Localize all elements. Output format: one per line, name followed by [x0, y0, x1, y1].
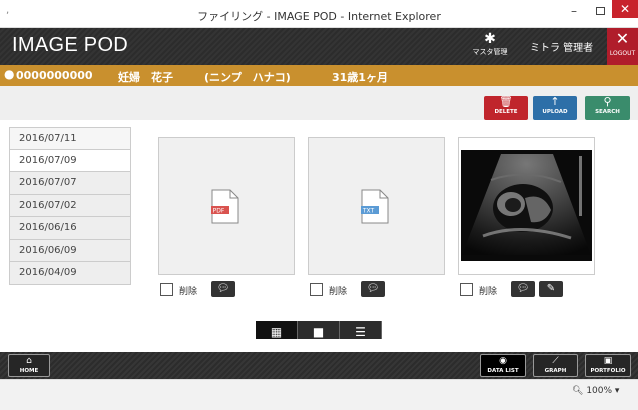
app-window: , ファイリング - IMAGE POD - Internet Explorer… — [0, 0, 638, 410]
upload-label: UPLOAD — [542, 109, 568, 115]
delete-checkbox[interactable] — [460, 283, 473, 296]
date-item[interactable]: 2016/06/16 — [9, 217, 131, 240]
comment-button[interactable]: 💬︎ — [211, 281, 235, 297]
comment-icon: 💬︎ — [516, 283, 530, 294]
edit-button[interactable]: ✎ — [539, 281, 563, 297]
upload-arrow-icon: ↑ — [550, 95, 560, 108]
date-item[interactable]: 2016/07/07 — [9, 172, 131, 195]
delete-button[interactable]: 🗑︎ DELETE — [484, 96, 528, 120]
list-view-icon: ☰ — [355, 325, 366, 339]
search-label: SEARCH — [595, 109, 620, 115]
date-item[interactable]: 2016/07/02 — [9, 194, 131, 217]
patient-bar: ● 0000000000 妊婦 花子 (ニンプ ハナコ) 31歳1ヶ月 — [0, 65, 638, 86]
file-thumbnail-image[interactable] — [458, 137, 595, 275]
date-item-selected[interactable]: 2016/07/09 — [9, 149, 131, 172]
graph-label: GRAPH — [544, 368, 567, 374]
txt-badge-text: TXT — [362, 208, 375, 215]
user-name: ミトラ 管理者 — [530, 43, 594, 54]
delete-checkbox[interactable] — [160, 283, 173, 296]
comment-button[interactable]: 💬︎ — [511, 281, 535, 297]
list-view-button[interactable]: ☰ — [340, 321, 382, 339]
master-settings-label: マスタ管理 — [472, 48, 508, 56]
zoom-level: 100% — [586, 386, 613, 396]
file-2-controls: 削除 💬︎ — [310, 281, 450, 299]
pdf-file-icon: PDF — [211, 189, 239, 224]
txt-file-icon: TXT — [361, 189, 389, 224]
footer-nav: ⌂ HOME ◉ DATA LIST ⟋ GRAPH ▣ PORTFOLIO — [0, 352, 638, 379]
minimize-button[interactable]: – — [562, 4, 586, 26]
home-icon: ⌂ — [26, 356, 32, 366]
search-button[interactable]: ⚲ SEARCH — [585, 96, 630, 120]
data-list-label: DATA LIST — [487, 368, 519, 374]
graph-button[interactable]: ⟋ GRAPH — [533, 354, 578, 377]
patient-name: 妊婦 花子 — [118, 71, 173, 84]
pdf-badge-text: PDF — [213, 208, 225, 215]
portfolio-label: PORTFOLIO — [590, 368, 626, 374]
upload-button[interactable]: ↑ UPLOAD — [533, 96, 577, 120]
delete-checkbox-label: 削除 — [329, 287, 348, 297]
data-list-button[interactable]: ◉ DATA LIST — [480, 354, 526, 377]
close-window-button[interactable]: ✕ — [612, 0, 638, 18]
search-icon: ⚲ — [603, 95, 612, 108]
single-view-icon: ■ — [312, 325, 325, 339]
close-icon: ✕ — [615, 29, 630, 48]
home-button[interactable]: ⌂ HOME — [8, 354, 50, 377]
comment-icon: 💬︎ — [366, 283, 380, 294]
ultrasound-image — [461, 150, 592, 261]
graph-icon: ⟋ — [552, 356, 559, 366]
app-title: IMAGE POD — [12, 34, 129, 56]
date-list: 2016/07/11 2016/07/09 2016/07/07 2016/07… — [9, 127, 131, 285]
portfolio-button[interactable]: ▣ PORTFOLIO — [585, 354, 631, 377]
window-title: ファイリング - IMAGE POD - Internet Explorer — [197, 10, 441, 23]
file-thumbnail-pdf[interactable]: PDF — [158, 137, 295, 275]
delete-label: DELETE — [494, 109, 518, 115]
master-settings-button[interactable]: ✱ マスタ管理 — [470, 31, 510, 57]
comment-button[interactable]: 💬︎ — [361, 281, 385, 297]
logout-button[interactable]: ✕ LOGOUT — [607, 28, 638, 65]
zoom-control[interactable]: 🔍︎ 100% ▾ — [572, 386, 619, 396]
delete-checkbox-label: 削除 — [179, 287, 198, 297]
view-switcher: ▦ ■ ☰ — [256, 321, 382, 339]
comment-icon: 💬︎ — [216, 283, 230, 294]
person-icon: ● — [4, 67, 15, 81]
grid-view-button[interactable]: ▦ — [256, 321, 298, 339]
pencil-icon: ✎ — [546, 283, 556, 294]
date-item[interactable]: 2016/07/11 — [9, 127, 131, 150]
single-view-button[interactable]: ■ — [298, 321, 340, 339]
patient-id: 0000000000 — [16, 69, 93, 82]
status-bar: 🔍︎ 100% ▾ — [0, 379, 638, 410]
window-titlebar: , ファイリング - IMAGE POD - Internet Explorer… — [0, 0, 638, 28]
gear-icon: ✱ — [484, 31, 496, 47]
action-toolbar: 🗑︎ DELETE ↑ UPLOAD ⚲ SEARCH — [0, 86, 638, 120]
file-thumbnail-txt[interactable]: TXT — [308, 137, 445, 275]
delete-checkbox-label: 削除 — [479, 287, 498, 297]
eye-icon: ◉ — [499, 356, 507, 366]
zoom-icon: 🔍︎ — [572, 386, 584, 396]
chevron-down-icon: ▾ — [614, 386, 620, 396]
patient-age: 31歳1ヶ月 — [332, 71, 388, 84]
grid-view-icon: ▦ — [270, 325, 283, 339]
date-item[interactable]: 2016/06/09 — [9, 239, 131, 262]
home-label: HOME — [19, 368, 39, 374]
briefcase-icon: ▣ — [603, 356, 613, 366]
file-1-controls: 削除 💬︎ — [160, 281, 300, 299]
trash-icon: 🗑︎ — [499, 95, 513, 108]
file-3-controls: 削除 💬︎ ✎ — [460, 281, 600, 299]
patient-kana: (ニンプ ハナコ) — [204, 71, 291, 84]
app-header: IMAGE POD ✱ マスタ管理 ミトラ 管理者 ✕ LOGOUT — [0, 28, 638, 65]
maximize-icon — [595, 7, 605, 15]
logout-label: LOGOUT — [609, 50, 636, 57]
delete-checkbox[interactable] — [310, 283, 323, 296]
date-item[interactable]: 2016/04/09 — [9, 262, 131, 285]
maximize-button[interactable] — [590, 3, 610, 25]
